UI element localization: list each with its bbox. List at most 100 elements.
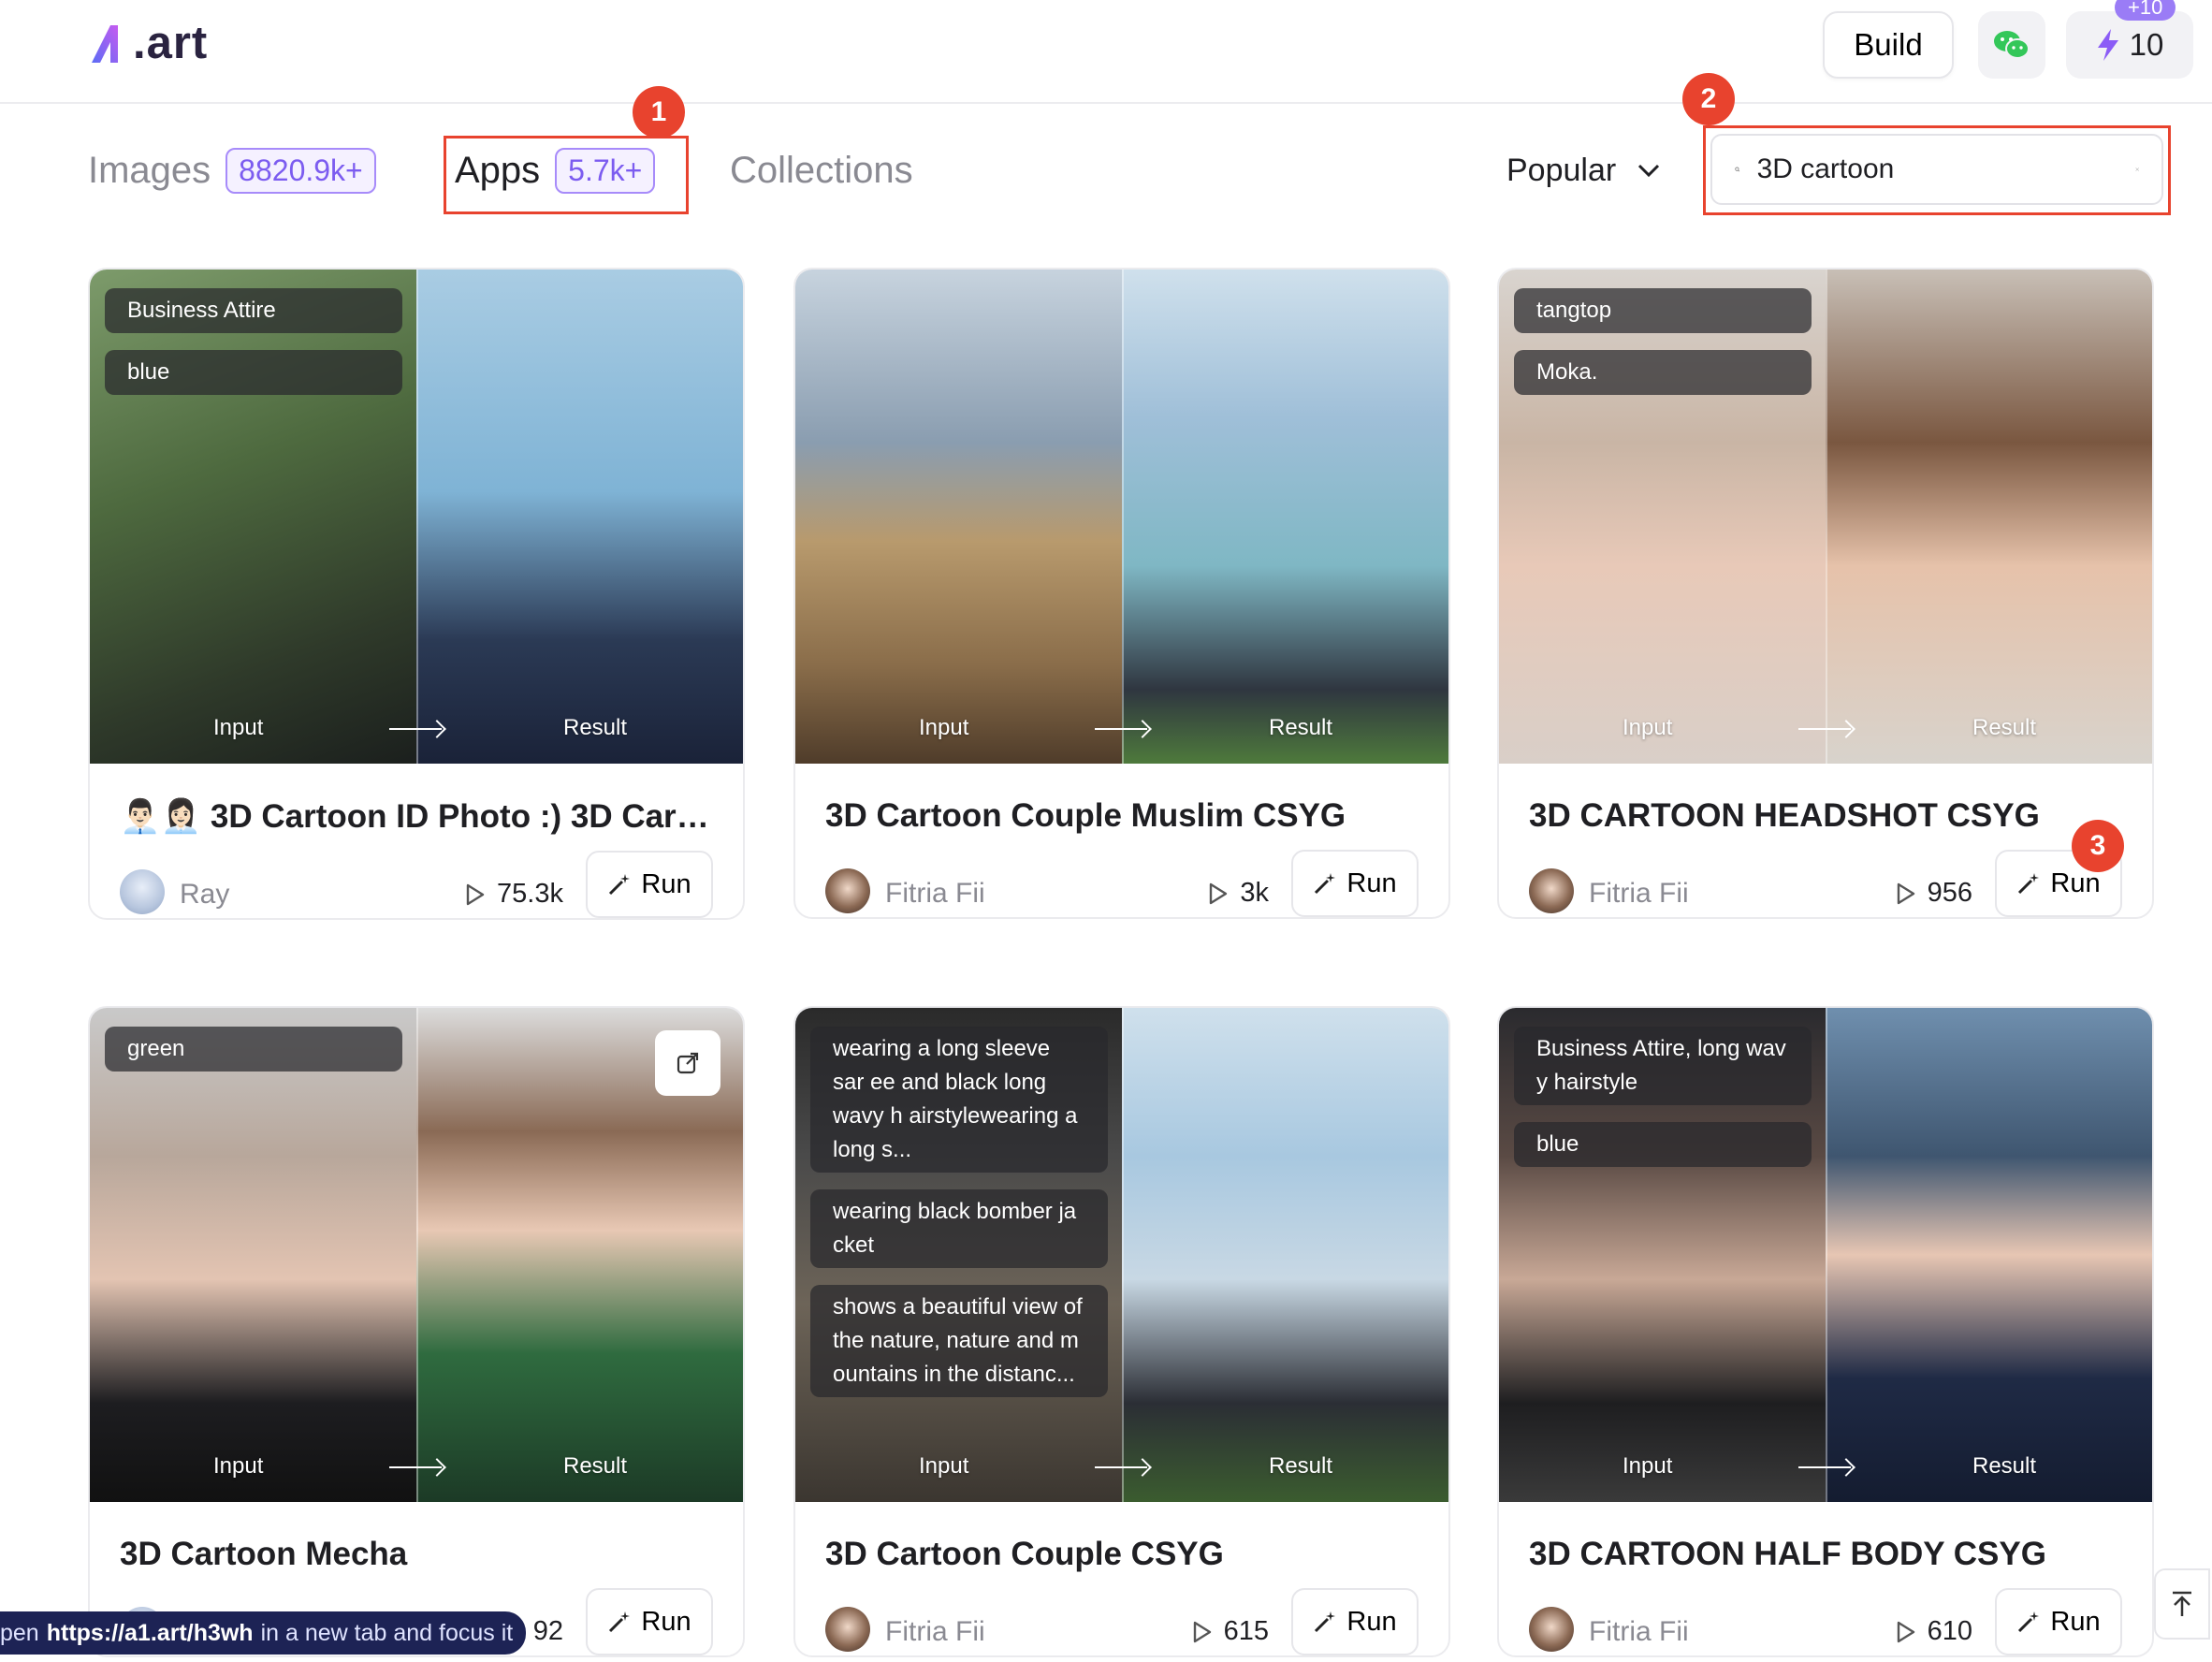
arrow-up-icon (2173, 1591, 2191, 1616)
app-card[interactable]: Input Result 3D Cartoon Couple Muslim CS… (793, 268, 1450, 919)
tab-images-label: Images (88, 149, 211, 191)
credits-value: 10 (2129, 27, 2164, 62)
prompt-tag: blue (1514, 1122, 1812, 1167)
author-name[interactable]: Fitria Fii (885, 1616, 985, 1648)
card-title: 3D Cartoon Couple CSYG (825, 1536, 1224, 1572)
run-button-label: Run (641, 868, 691, 899)
prompt-tag: blue (105, 350, 402, 395)
arrow-right-icon (1095, 1466, 1147, 1468)
run-count: 92 (533, 1616, 563, 1647)
result-image (1122, 270, 1448, 764)
app-card[interactable]: wearing a long sleeve sar ee and black l… (793, 1006, 1450, 1657)
avatar[interactable] (825, 1607, 870, 1652)
chevron-down-icon (1638, 164, 1660, 178)
author-name[interactable]: Fitria Fii (1589, 878, 1689, 910)
prompt-tag: wearing black bomber ja cket (810, 1189, 1108, 1268)
build-button[interactable]: Build (1823, 11, 1954, 79)
result-caption: Result (1269, 1453, 1333, 1479)
marker-1: 1 (633, 86, 685, 138)
arrow-right-icon (389, 1466, 442, 1468)
prompt-tag: shows a beautiful view of the nature, na… (810, 1285, 1108, 1397)
tab-collections[interactable]: Collections (730, 142, 913, 198)
app-card[interactable]: green Input Result 3D Cartoon Mecha 92 R… (88, 1006, 745, 1657)
arrow-right-icon (1798, 728, 1851, 730)
highlight-box-search (1703, 125, 2171, 215)
result-image (1826, 270, 2152, 764)
run-count: 3k (1208, 878, 1269, 909)
card-title: 3D Cartoon Mecha (120, 1536, 408, 1572)
card-meta: Fitria Fii 610 Run (1529, 1588, 2122, 1655)
arrow-right-icon (1095, 728, 1147, 730)
tab-images[interactable]: Images 8820.9k+ (88, 142, 376, 198)
result-caption: Result (563, 1453, 628, 1479)
avatar[interactable] (1529, 1607, 1574, 1652)
tooltip-prefix: pen (0, 1619, 39, 1646)
prompt-tag: green (105, 1027, 402, 1072)
magic-wand-icon (2018, 873, 2040, 895)
open-new-tab-button[interactable] (655, 1030, 720, 1096)
author-name[interactable]: Ray (180, 879, 229, 911)
run-count-value: 615 (1223, 1616, 1269, 1646)
run-button-label: Run (641, 1606, 691, 1637)
logo-text: .art (133, 18, 209, 68)
card-preview: Business Attire, long wav y hairstyle bl… (1499, 1008, 2152, 1502)
run-count: 610 (1896, 1616, 1972, 1647)
tooltip-url: https://a1.art/h3wh (46, 1619, 254, 1646)
prompt-tags: wearing a long sleeve sar ee and black l… (810, 1027, 1108, 1397)
app-card[interactable]: Business Attire, long wav y hairstyle bl… (1497, 1006, 2154, 1657)
play-icon (1210, 882, 1228, 904)
run-button[interactable]: Run (586, 851, 713, 918)
result-image (416, 270, 743, 764)
credits-button[interactable]: 10 (2066, 11, 2193, 79)
app-card[interactable]: Business Attire blue Input Result 👨🏻‍💼👩🏻… (88, 268, 745, 920)
card-preview: wearing a long sleeve sar ee and black l… (795, 1008, 1448, 1502)
card-title: 3D CARTOON HALF BODY CSYG (1529, 1536, 2046, 1572)
input-caption: Input (1623, 1453, 1673, 1479)
wechat-icon (1994, 31, 2030, 59)
run-button-label: Run (2050, 867, 2101, 898)
highlight-box-apps (444, 136, 689, 214)
run-button[interactable]: Run (1995, 1588, 2122, 1655)
prompt-tags: Business Attire blue (105, 288, 402, 395)
credits-badge: +10 (2115, 0, 2176, 21)
run-count-value: 3k (1240, 878, 1269, 908)
magic-wand-icon (1315, 873, 1336, 895)
magic-wand-icon (609, 874, 631, 896)
avatar[interactable] (1529, 868, 1574, 913)
result-caption: Result (1972, 1453, 2037, 1479)
prompt-tags: green (105, 1027, 402, 1072)
author-name[interactable]: Fitria Fii (885, 878, 985, 910)
app-card[interactable]: tangtop Moka. Input Result 3D CARTOON HE… (1497, 268, 2154, 919)
run-count: 75.3k (465, 879, 563, 910)
scroll-to-top-button[interactable] (2154, 1568, 2210, 1640)
marker-3: 3 (2072, 820, 2124, 872)
play-icon (1897, 882, 1914, 904)
card-title: 👨🏻‍💼👩🏻‍💼 3D Cartoon ID Photo :) 3D Cart.… (120, 798, 709, 835)
result-caption: Result (1269, 715, 1333, 740)
input-caption: Input (1623, 715, 1673, 740)
run-count-value: 956 (1927, 878, 1972, 908)
run-button[interactable]: Run (1291, 1588, 1419, 1655)
avatar[interactable] (825, 868, 870, 913)
run-button[interactable]: Run (1291, 850, 1419, 917)
logo[interactable]: .art (88, 15, 208, 71)
prompt-tag: wearing a long sleeve sar ee and black l… (810, 1027, 1108, 1173)
prompt-tags: Business Attire, long wav y hairstyle bl… (1514, 1027, 1812, 1167)
prompt-tag: Business Attire (105, 288, 402, 333)
input-image (795, 270, 1122, 764)
sort-dropdown[interactable]: Popular (1506, 142, 1661, 198)
input-caption: Input (919, 1453, 969, 1479)
run-button-label: Run (2050, 1606, 2101, 1637)
card-meta: Fitria Fii 956 Run 3 (1529, 820, 2124, 917)
author-name[interactable]: Fitria Fii (1589, 1616, 1689, 1648)
wechat-button[interactable] (1978, 11, 2045, 79)
magic-wand-icon (1315, 1611, 1336, 1633)
input-image (90, 1008, 416, 1502)
avatar[interactable] (120, 869, 165, 914)
arrow-right-icon (1798, 1466, 1851, 1468)
card-meta: Fitria Fii 615 Run (825, 1588, 1419, 1655)
run-button-label: Run (1346, 867, 1397, 898)
input-caption: Input (213, 715, 264, 740)
run-button[interactable]: Run (586, 1588, 713, 1655)
tab-images-count: 8820.9k+ (226, 147, 376, 194)
